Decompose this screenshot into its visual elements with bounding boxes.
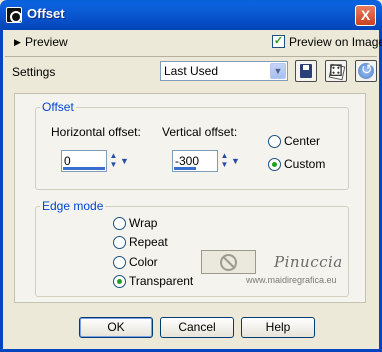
settings-label: Settings xyxy=(12,65,56,79)
slider-track[interactable] xyxy=(63,167,105,170)
horizontal-offset-spinner[interactable]: 0 ▲ ▼ ▼ xyxy=(61,150,131,172)
watermark-url: www.maidiregrafica.eu xyxy=(246,275,337,285)
vertical-offset-label: Vertical offset: xyxy=(162,125,238,139)
expand-arrow-icon: ▶ xyxy=(14,37,21,47)
no-color-icon xyxy=(220,254,237,271)
horizontal-offset-value: 0 xyxy=(64,154,71,168)
radio-selected-icon xyxy=(113,275,126,288)
title-bar[interactable]: Offset X xyxy=(0,0,382,30)
vertical-offset-value: -300 xyxy=(175,154,200,168)
radio-icon xyxy=(113,236,126,249)
app-icon xyxy=(6,7,22,23)
vertical-offset-input[interactable]: -300 xyxy=(172,150,218,172)
repeat-label: Repeat xyxy=(129,235,168,249)
window-title: Offset xyxy=(27,6,65,21)
window-frame-left xyxy=(0,30,3,352)
chevron-down-icon[interactable]: ▼ xyxy=(230,153,241,169)
edge-mode-legend: Edge mode xyxy=(42,199,104,213)
preview-label: Preview xyxy=(25,35,68,49)
help-button[interactable]: Help xyxy=(241,317,315,338)
radio-selected-icon xyxy=(268,158,281,171)
chevron-down-icon[interactable]: ▼ xyxy=(270,63,286,79)
preset-value: Last Used xyxy=(164,64,219,78)
radio-icon xyxy=(268,135,281,148)
horizontal-offset-label: Horizontal offset: xyxy=(51,125,141,139)
settings-preset-select[interactable]: Last Used ▼ xyxy=(160,61,288,81)
edge-color-swatch[interactable] xyxy=(201,250,256,274)
ok-button[interactable]: OK xyxy=(79,317,153,338)
custom-label: Custom xyxy=(284,157,326,171)
close-button[interactable]: X xyxy=(355,5,376,26)
vertical-offset-spinner[interactable]: -300 ▲ ▼ ▼ xyxy=(172,150,242,172)
transparent-label: Transparent xyxy=(129,274,194,288)
color-label: Color xyxy=(129,255,158,269)
offset-dialog: Offset X ▶ Preview ✓ Preview on Image Se… xyxy=(0,0,382,352)
slider-track[interactable] xyxy=(174,167,196,170)
radio-icon xyxy=(113,256,126,269)
watermark-title: Pinuccia xyxy=(274,253,343,271)
wrap-label: Wrap xyxy=(129,216,158,230)
cancel-button[interactable]: Cancel xyxy=(160,317,234,338)
save-preset-button[interactable] xyxy=(295,60,317,82)
randomize-button[interactable] xyxy=(325,60,347,82)
divider xyxy=(5,56,377,57)
chevron-down-icon[interactable]: ▼ xyxy=(119,153,130,169)
reset-button[interactable] xyxy=(355,60,377,82)
horizontal-offset-input[interactable]: 0 xyxy=(61,150,107,172)
offset-legend: Offset xyxy=(42,100,74,114)
center-label: Center xyxy=(284,134,321,148)
preview-on-image-label: Preview on Image xyxy=(289,35,382,49)
spin-arrows-icon[interactable]: ▲ ▼ xyxy=(108,151,119,171)
spin-arrows-icon[interactable]: ▲ ▼ xyxy=(219,151,230,171)
checkmark-icon: ✓ xyxy=(272,35,285,48)
radio-icon xyxy=(113,217,126,230)
